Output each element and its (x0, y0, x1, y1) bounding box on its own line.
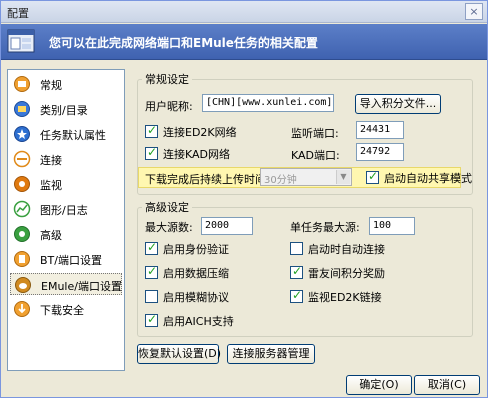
task-properties-icon (14, 126, 30, 142)
per-task-max-input[interactable]: 100 (369, 217, 415, 235)
sidebar-item-connection[interactable]: 连接 (10, 148, 122, 170)
checkbox-label: 连接KAD网络 (163, 148, 231, 161)
advanced-icon (14, 226, 30, 242)
checkbox-label: 连接ED2K网络 (163, 126, 237, 139)
close-button[interactable]: × (465, 3, 483, 20)
checkbox-box (145, 240, 158, 255)
sidebar-item-monitor[interactable]: 监视 (10, 173, 122, 195)
sidebar-item-label: 高级 (40, 229, 62, 242)
connection-icon (13, 150, 31, 168)
aich-support-checkbox[interactable]: 启用AICH支持 (145, 312, 265, 328)
restore-default-button[interactable]: 恢复默认设置(D) (137, 344, 221, 364)
max-sources-label: 最大源数: (145, 221, 193, 234)
checkbox-label: 启动自动共享模式 (384, 172, 472, 185)
checkbox-box (145, 123, 158, 138)
sidebar-item-general[interactable]: 常规 (10, 73, 122, 95)
bt-port-icon (14, 251, 30, 267)
checkbox-box (145, 290, 158, 303)
nickname-input[interactable]: [CHN][www.xunlei.com] (202, 94, 334, 112)
header-banner: 您可以在此完成网络端口和EMule任务的相关配置 (1, 24, 487, 60)
checkbox-label: 启用身份验证 (163, 243, 229, 256)
checkbox-label: 启动时自动连接 (308, 243, 385, 256)
sidebar-nav: 常规 类别/目录 任务默认属性 连接 监视 图形/日志 高级 BT/端口设置 E… (7, 69, 125, 371)
sidebar-item-bt-port[interactable]: BT/端口设置 (10, 248, 122, 270)
banner-text: 您可以在此完成网络端口和EMule任务的相关配置 (49, 36, 318, 50)
ok-button[interactable]: 确定(O) (346, 375, 412, 395)
monitor-icon (14, 176, 30, 192)
sidebar-item-label: 常规 (40, 79, 62, 92)
identity-verify-checkbox[interactable]: 启用身份验证 (145, 240, 265, 256)
sidebar-item-emule-port[interactable]: EMule/端口设置 (10, 273, 122, 295)
sidebar-item-chart-log[interactable]: 图形/日志 (10, 198, 122, 220)
general-settings-legend: 常规设定 (145, 73, 189, 86)
folder-icon (14, 101, 30, 117)
nickname-label: 用户昵称: (145, 100, 193, 113)
auto-share-checkbox[interactable]: 启动自动共享模式 (366, 169, 472, 185)
checkbox-label: 雷友间积分奖励 (308, 267, 385, 280)
credit-reward-checkbox[interactable]: 雷友间积分奖励 (290, 264, 410, 280)
kad-port-input[interactable]: 24792 (356, 143, 404, 161)
download-security-icon (14, 301, 30, 317)
title-bar[interactable]: 配置 × (1, 1, 487, 23)
sidebar-item-category[interactable]: 类别/目录 (10, 98, 122, 120)
sidebar-item-download-security[interactable]: 下载安全 (10, 298, 122, 320)
checkbox-box (290, 264, 303, 279)
listen-port-input[interactable]: 24431 (356, 121, 404, 139)
connect-ed2k-checkbox[interactable]: 连接ED2K网络 (145, 123, 255, 139)
chevron-down-icon: ▼ (336, 170, 350, 184)
sidebar-item-label: 下载安全 (40, 304, 84, 317)
listen-port-label: 监听端口: (291, 127, 339, 140)
server-manage-button[interactable]: 连接服务器管理 (227, 344, 315, 364)
obfuscation-checkbox[interactable]: 启用模糊协议 (145, 289, 265, 304)
checkbox-label: 启用AICH支持 (163, 315, 234, 328)
sidebar-item-label: 类别/目录 (40, 104, 88, 117)
checkbox-box (145, 264, 158, 279)
sidebar-item-label: BT/端口设置 (40, 254, 102, 267)
sidebar-item-advanced[interactable]: 高级 (10, 223, 122, 245)
general-icon (14, 76, 30, 92)
cancel-button[interactable]: 取消(C) (414, 375, 480, 395)
import-credits-button[interactable]: 导入积分文件... (355, 94, 441, 114)
chart-log-icon (13, 200, 31, 218)
checkbox-box (145, 145, 158, 160)
upload-time-value: 30分钟 (264, 175, 297, 186)
config-dialog: 配置 × 您可以在此完成网络端口和EMule任务的相关配置 常规 类别/目录 任… (0, 0, 488, 398)
upload-time-select[interactable]: 30分钟 ▼ (260, 168, 352, 186)
checkbox-label: 监视ED2K链接 (308, 291, 382, 304)
upload-time-label: 下载完成后持续上传时间: (145, 173, 270, 186)
checkbox-box (145, 312, 158, 327)
sidebar-item-label: 图形/日志 (40, 204, 88, 217)
window-title: 配置 (7, 7, 29, 20)
sidebar-item-label: EMule/端口设置 (41, 280, 122, 293)
data-compression-checkbox[interactable]: 启用数据压缩 (145, 264, 265, 280)
sidebar-item-label: 连接 (40, 154, 62, 167)
checkbox-label: 启用模糊协议 (163, 291, 229, 304)
advanced-settings-legend: 高级设定 (145, 201, 189, 214)
max-sources-input[interactable]: 2000 (201, 217, 253, 235)
monitor-ed2k-checkbox[interactable]: 监视ED2K链接 (290, 288, 410, 304)
checkbox-label: 启用数据压缩 (163, 267, 229, 280)
emule-port-icon (15, 277, 31, 293)
checkbox-box (290, 288, 303, 303)
connect-kad-checkbox[interactable]: 连接KAD网络 (145, 145, 255, 161)
settings-window-icon (7, 29, 35, 53)
kad-port-label: KAD端口: (291, 149, 340, 162)
sidebar-item-task-default[interactable]: 任务默认属性 (10, 123, 122, 145)
checkbox-box (366, 169, 379, 184)
sidebar-item-label: 任务默认属性 (40, 129, 106, 142)
checkbox-box (290, 242, 303, 255)
sidebar-item-label: 监视 (40, 179, 62, 192)
per-task-max-label: 单任务最大源: (290, 221, 360, 234)
auto-connect-checkbox[interactable]: 启动时自动连接 (290, 241, 410, 256)
